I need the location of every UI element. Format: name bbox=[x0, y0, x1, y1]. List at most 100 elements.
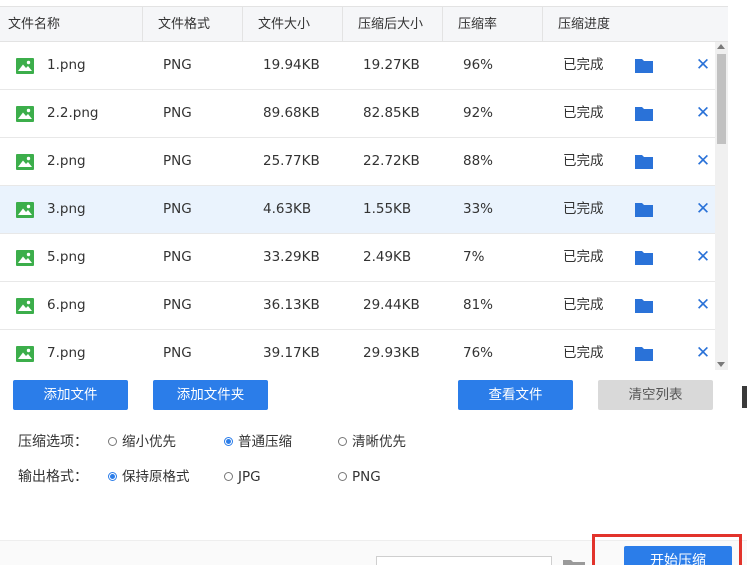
compress-ratio: 76% bbox=[463, 345, 494, 361]
compress-ratio: 96% bbox=[463, 57, 494, 73]
radio-dot bbox=[224, 472, 233, 481]
table-row[interactable]: 3.png PNG 4.63KB 1.55KB 33% 已完成 ✕ bbox=[0, 186, 715, 234]
header-compressed-size: 压缩后大小 bbox=[343, 7, 443, 43]
output-path-input[interactable] bbox=[376, 556, 552, 565]
radio-keep-format[interactable]: 保持原格式 bbox=[108, 467, 190, 487]
header-file-size: 文件大小 bbox=[243, 7, 343, 43]
folder-icon[interactable] bbox=[635, 203, 653, 217]
radio-smaller-first[interactable]: 缩小优先 bbox=[108, 432, 176, 452]
image-file-icon bbox=[16, 154, 34, 170]
compress-ratio: 7% bbox=[463, 249, 485, 265]
radio-dot bbox=[108, 437, 117, 446]
compressed-size: 29.44KB bbox=[363, 297, 420, 313]
view-files-button[interactable]: 查看文件 bbox=[458, 380, 573, 410]
folder-icon[interactable] bbox=[635, 155, 653, 169]
file-format: PNG bbox=[163, 345, 192, 361]
table-header: 文件名称 文件格式 文件大小 压缩后大小 压缩率 压缩进度 bbox=[0, 6, 728, 43]
progress-status: 已完成 bbox=[563, 345, 604, 361]
close-icon[interactable]: ✕ bbox=[695, 245, 711, 269]
file-size: 19.94KB bbox=[263, 57, 320, 73]
header-progress: 压缩进度 bbox=[558, 17, 611, 32]
folder-icon[interactable] bbox=[635, 299, 653, 313]
add-file-button[interactable]: 添加文件 bbox=[13, 380, 128, 410]
header-file-format: 文件格式 bbox=[143, 7, 243, 43]
close-icon[interactable]: ✕ bbox=[695, 101, 711, 125]
scroll-down-arrow-icon[interactable] bbox=[717, 362, 725, 367]
header-file-name: 文件名称 bbox=[0, 7, 143, 43]
table-body: 1.png PNG 19.94KB 19.27KB 96% 已完成 ✕ 2.2.png PNG 8… bbox=[0, 42, 715, 370]
progress-status: 已完成 bbox=[563, 57, 604, 73]
start-compress-button[interactable]: 开始压缩 bbox=[624, 546, 732, 565]
table-row[interactable]: 2.2.png PNG 89.68KB 82.85KB 92% 已完成 ✕ bbox=[0, 90, 715, 138]
close-icon[interactable]: ✕ bbox=[695, 293, 711, 317]
add-folder-button[interactable]: 添加文件夹 bbox=[153, 380, 268, 410]
radio-dot bbox=[108, 472, 117, 481]
radio-label: PNG bbox=[352, 469, 381, 485]
folder-icon[interactable] bbox=[635, 107, 653, 121]
folder-icon[interactable] bbox=[635, 59, 653, 73]
file-format: PNG bbox=[163, 249, 192, 265]
compress-options-label: 压缩选项： bbox=[18, 434, 88, 450]
table-scrollbar[interactable] bbox=[715, 42, 728, 370]
radio-label: 保持原格式 bbox=[122, 469, 190, 485]
folder-icon[interactable] bbox=[635, 251, 653, 265]
progress-status: 已完成 bbox=[563, 249, 604, 265]
file-name: 5.png bbox=[47, 249, 86, 265]
file-size: 89.68KB bbox=[263, 105, 320, 121]
table-row[interactable]: 7.png PNG 39.17KB 29.93KB 76% 已完成 ✕ bbox=[0, 330, 715, 370]
compressed-size: 2.49KB bbox=[363, 249, 412, 265]
file-name: 1.png bbox=[47, 57, 86, 73]
compressed-size: 1.55KB bbox=[363, 201, 412, 217]
scroll-thumb[interactable] bbox=[717, 54, 726, 144]
close-icon[interactable]: ✕ bbox=[695, 341, 711, 365]
folder-icon[interactable] bbox=[635, 347, 653, 361]
progress-status: 已完成 bbox=[563, 153, 604, 169]
file-format: PNG bbox=[163, 57, 192, 73]
output-format-label: 输出格式： bbox=[18, 469, 88, 485]
compressed-size: 82.85KB bbox=[363, 105, 420, 121]
compress-ratio: 88% bbox=[463, 153, 494, 169]
compressed-size: 22.72KB bbox=[363, 153, 420, 169]
file-format: PNG bbox=[163, 153, 192, 169]
radio-clarity-first[interactable]: 清晰优先 bbox=[338, 432, 406, 452]
file-size: 4.63KB bbox=[263, 201, 312, 217]
image-file-icon bbox=[16, 250, 34, 266]
file-format: PNG bbox=[163, 297, 192, 313]
clear-list-button[interactable]: 清空列表 bbox=[598, 380, 713, 410]
file-size: 39.17KB bbox=[263, 345, 320, 361]
radio-png[interactable]: PNG bbox=[338, 467, 381, 487]
file-name: 6.png bbox=[47, 297, 86, 313]
radio-label: 普通压缩 bbox=[238, 434, 292, 450]
image-file-icon bbox=[16, 58, 34, 74]
table-row[interactable]: 1.png PNG 19.94KB 19.27KB 96% 已完成 ✕ bbox=[0, 42, 715, 90]
window-edge bbox=[742, 386, 747, 408]
radio-normal-compress[interactable]: 普通压缩 bbox=[224, 432, 292, 452]
radio-dot bbox=[338, 437, 347, 446]
image-file-icon bbox=[16, 106, 34, 122]
radio-jpg[interactable]: JPG bbox=[224, 467, 261, 487]
file-size: 36.13KB bbox=[263, 297, 320, 313]
radio-label: 清晰优先 bbox=[352, 434, 406, 450]
radio-label: 缩小优先 bbox=[122, 434, 176, 450]
image-file-icon bbox=[16, 298, 34, 314]
compressed-size: 19.27KB bbox=[363, 57, 420, 73]
table-row[interactable]: 6.png PNG 36.13KB 29.44KB 81% 已完成 ✕ bbox=[0, 282, 715, 330]
scroll-up-arrow-icon[interactable] bbox=[717, 44, 725, 49]
radio-dot bbox=[224, 437, 233, 446]
file-name: 2.2.png bbox=[47, 105, 99, 121]
file-size: 25.77KB bbox=[263, 153, 320, 169]
progress-status: 已完成 bbox=[563, 297, 604, 313]
compressed-size: 29.93KB bbox=[363, 345, 420, 361]
compressor-window: 文件名称 文件格式 文件大小 压缩后大小 压缩率 压缩进度 1.png PNG 19… bbox=[0, 0, 747, 565]
close-icon[interactable]: ✕ bbox=[695, 149, 711, 173]
compress-ratio: 81% bbox=[463, 297, 494, 313]
progress-status: 已完成 bbox=[563, 201, 604, 217]
table-row[interactable]: 2.png PNG 25.77KB 22.72KB 88% 已完成 ✕ bbox=[0, 138, 715, 186]
file-table: 文件名称 文件格式 文件大小 压缩后大小 压缩率 压缩进度 1.png PNG 19… bbox=[0, 6, 728, 370]
folder-icon[interactable] bbox=[563, 559, 585, 565]
image-file-icon bbox=[16, 346, 34, 362]
close-icon[interactable]: ✕ bbox=[695, 197, 711, 221]
close-icon[interactable]: ✕ bbox=[695, 53, 711, 77]
compress-ratio: 33% bbox=[463, 201, 494, 217]
table-row[interactable]: 5.png PNG 33.29KB 2.49KB 7% 已完成 ✕ bbox=[0, 234, 715, 282]
